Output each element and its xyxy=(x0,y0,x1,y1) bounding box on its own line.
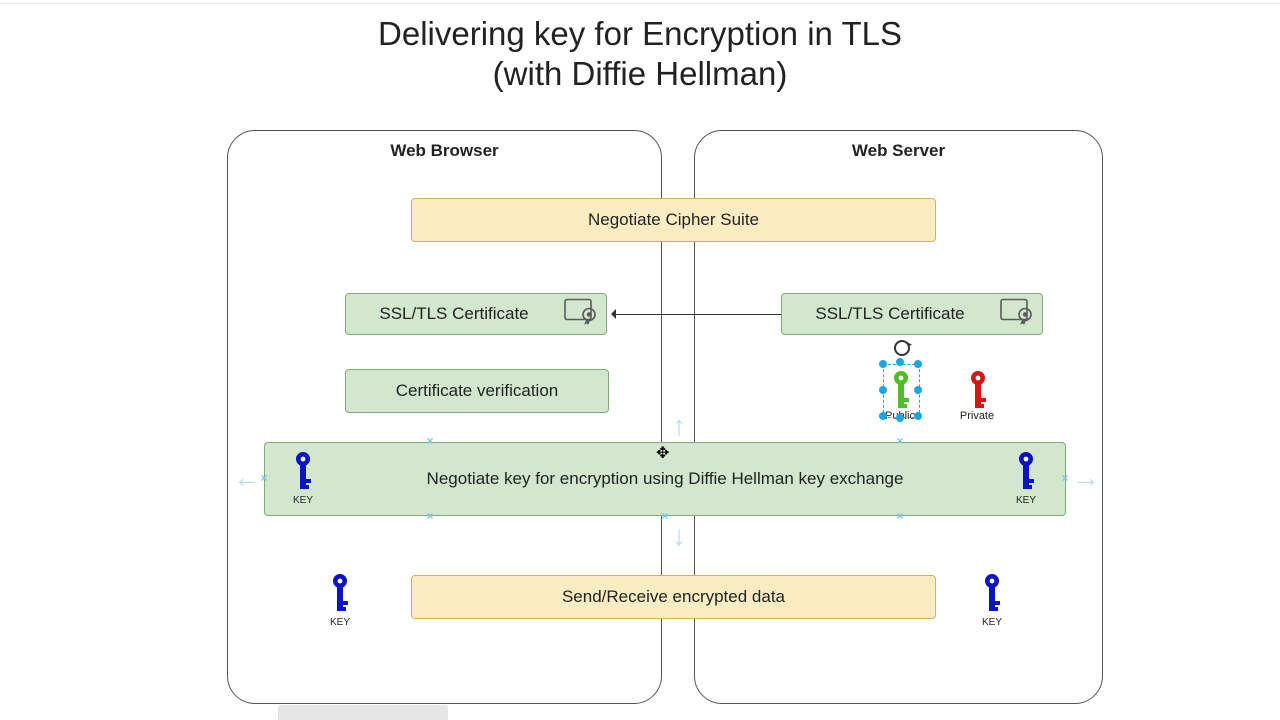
bottom-toolbar[interactable] xyxy=(278,705,448,720)
selection-handle[interactable] xyxy=(914,412,922,420)
data-step-label: Send/Receive encrypted data xyxy=(562,587,785,607)
title-line-1: Delivering key for Encryption in TLS xyxy=(378,15,902,52)
selection-handle[interactable] xyxy=(879,386,887,394)
resize-arrow-down-icon[interactable]: ↓ xyxy=(672,520,686,552)
verify-step[interactable]: Certificate verification xyxy=(345,369,609,413)
certificate-icon xyxy=(564,299,598,330)
final-key-left-label: KEY xyxy=(320,617,360,628)
title-line-2: (with Diffie Hellman) xyxy=(493,55,788,92)
client-header: Web Browser xyxy=(228,141,661,161)
dh-key-right-icon xyxy=(1013,450,1039,494)
certificate-icon xyxy=(1000,299,1034,330)
dh-key-left-label: KEY xyxy=(283,495,323,506)
anchor-x-icon: × xyxy=(895,511,905,521)
move-cursor-icon: ✥ xyxy=(656,443,669,463)
private-key-label: Private xyxy=(957,410,997,422)
resize-arrow-left-icon[interactable]: ← xyxy=(233,462,261,494)
selection-handle[interactable] xyxy=(896,358,904,366)
anchor-x-icon: × xyxy=(425,511,435,521)
final-key-right-label: KEY xyxy=(972,617,1012,628)
selection-handle[interactable] xyxy=(914,386,922,394)
rotate-handle-icon[interactable] xyxy=(894,340,910,356)
private-key-icon xyxy=(965,369,991,413)
verify-step-label: Certificate verification xyxy=(396,381,559,401)
anchor-x-icon: × xyxy=(1060,473,1070,483)
resize-arrow-right-icon[interactable]: → xyxy=(1072,462,1100,494)
anchor-x-icon: × xyxy=(259,473,269,483)
selection-handle[interactable] xyxy=(896,414,904,422)
dh-key-left-icon xyxy=(290,450,316,494)
selection-handle[interactable] xyxy=(879,360,887,368)
anchor-x-icon: × xyxy=(425,436,435,446)
dh-key-right-label: KEY xyxy=(1006,495,1046,506)
cert-server-label: SSL/TLS Certificate xyxy=(815,304,964,324)
final-key-right-icon xyxy=(979,572,1005,616)
cert-server-step[interactable]: SSL/TLS Certificate xyxy=(781,293,1043,335)
server-header: Web Server xyxy=(695,141,1102,161)
anchor-x-icon: × xyxy=(895,436,905,446)
top-separator xyxy=(0,3,1280,4)
cert-arrow xyxy=(614,314,781,315)
cert-arrow-head xyxy=(606,309,616,319)
dh-step-label: Negotiate key for encryption using Diffi… xyxy=(427,469,904,489)
data-step[interactable]: Send/Receive encrypted data xyxy=(411,575,936,619)
anchor-x-icon: × xyxy=(660,511,670,521)
page-title: Delivering key for Encryption in TLS (wi… xyxy=(0,14,1280,94)
final-key-left-icon xyxy=(327,572,353,616)
cipher-step-label: Negotiate Cipher Suite xyxy=(588,210,759,230)
cert-client-label: SSL/TLS Certificate xyxy=(379,304,528,324)
selection-handle[interactable] xyxy=(879,412,887,420)
selection-handle[interactable] xyxy=(914,360,922,368)
cert-client-step[interactable]: SSL/TLS Certificate xyxy=(345,293,607,335)
cipher-step[interactable]: Negotiate Cipher Suite xyxy=(411,198,936,242)
resize-arrow-up-icon[interactable]: ↑ xyxy=(672,410,686,442)
